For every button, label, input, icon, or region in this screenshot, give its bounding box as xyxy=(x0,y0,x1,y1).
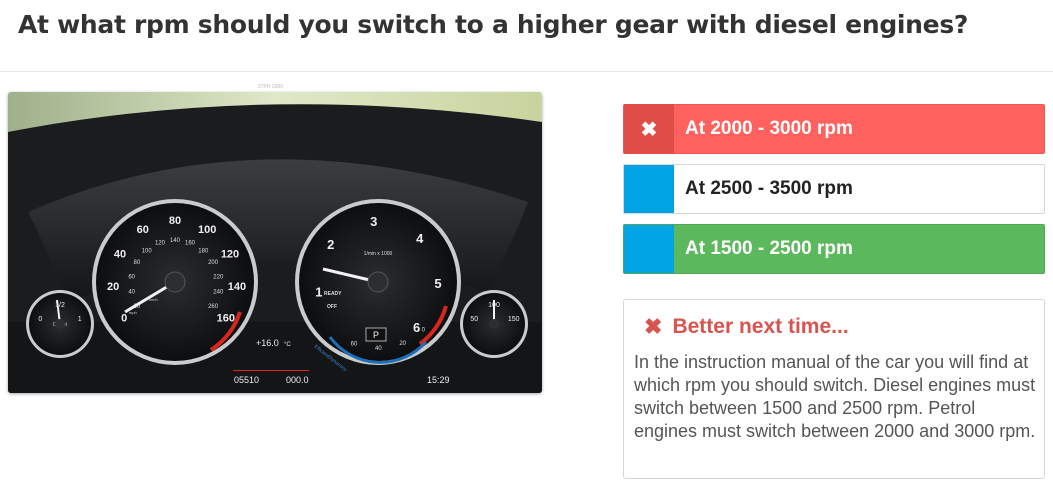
trip-value: 000.0 xyxy=(286,375,309,385)
tach-label: 6 xyxy=(413,320,420,335)
speed-outer-label: 140 xyxy=(228,281,246,293)
question-title: At what rpm should you switch to a highe… xyxy=(18,10,969,39)
eco-label-value: 20 xyxy=(399,341,406,347)
oil-scale-label: 150 xyxy=(508,316,520,323)
speed-inner-label: 80 xyxy=(134,260,141,266)
fuel-scale-label: 0 xyxy=(38,316,42,323)
speed-inner-label: 40 xyxy=(128,290,135,296)
gear-indicator: P xyxy=(373,330,379,340)
fuel-gauge: 01/21 Diesel xyxy=(26,290,94,358)
tach-label: 4 xyxy=(416,231,424,246)
answer-marker xyxy=(624,165,674,213)
ready-indicator: READY xyxy=(324,291,342,297)
oil-scale-label: 50 xyxy=(470,316,478,323)
tach-label: 5 xyxy=(434,276,441,291)
feedback-explanation: In the instruction manual of the car you… xyxy=(634,352,1036,441)
speed-inner-label: 240 xyxy=(213,290,224,296)
answer-option-1-label: At 2000 - 3000 rpm xyxy=(685,118,853,139)
speed-inner-label: 220 xyxy=(213,274,224,280)
answer-option-2-label: At 2500 - 3500 rpm xyxy=(685,178,853,199)
photo-caption: 27PH 2000 xyxy=(258,84,284,90)
answer-option-2[interactable]: At 2500 - 3500 rpm xyxy=(623,164,1045,214)
answer-option-1[interactable]: ✖ At 2000 - 3000 rpm xyxy=(623,104,1045,154)
speed-inner-label: 160 xyxy=(185,241,196,247)
close-icon: ✖ xyxy=(644,314,663,339)
eco-label-value: 60 xyxy=(351,341,358,347)
dashboard-illustration: 020406080100120140160 20406080100120 140 1… xyxy=(8,92,542,393)
speed-outer-label: 40 xyxy=(114,248,126,260)
answer-option-3-label: At 1500 - 2500 rpm xyxy=(685,238,853,259)
odometer-value: 05510 xyxy=(234,375,259,385)
speed-outer-label: 0 xyxy=(121,313,127,325)
speed-inner-label: 180 xyxy=(198,248,209,254)
feedback-title: Better next time... xyxy=(672,315,849,338)
speed-outer-label: 120 xyxy=(221,248,239,260)
eco-label-value: 40 xyxy=(375,346,382,352)
temperature-unit: °C xyxy=(284,342,291,348)
off-indicator: OFF xyxy=(327,304,337,310)
feedback-panel: ✖ Better next time... In the instruction… xyxy=(623,299,1045,479)
speed-outer-label: 160 xyxy=(217,313,235,325)
speed-inner-label: 200 xyxy=(208,260,219,266)
tach-label: 3 xyxy=(370,214,377,229)
speed-outer-label: 20 xyxy=(107,281,119,293)
question-header: At what rpm should you switch to a highe… xyxy=(0,0,1053,72)
speed-inner-label: 260 xyxy=(208,304,219,310)
speed-outer-label: 60 xyxy=(137,224,149,236)
tach-label: 2 xyxy=(327,237,334,252)
speed-outer-label: 100 xyxy=(198,224,216,236)
clock-value: 15:29 xyxy=(427,375,450,385)
speedometer-gauge: 020406080100120140160 20406080100120 140 1… xyxy=(92,199,258,365)
answer-marker xyxy=(624,225,674,273)
tach-label: 1 xyxy=(315,284,322,299)
fuel-scale-label: 1 xyxy=(78,316,82,323)
speed-inner-label: 100 xyxy=(142,248,153,254)
tach-unit: 1/min x 1000 xyxy=(364,251,393,257)
answer-option-3[interactable]: At 1500 - 2500 rpm xyxy=(623,224,1045,274)
speed-inner-label: 140 xyxy=(170,238,181,244)
wrong-answer-icon: ✖ xyxy=(624,104,674,154)
speed-outer-label: 80 xyxy=(169,215,181,227)
dashboard-photo: 0 20 40 60 80 100 120 140 160 20 40 60 80 100 120 140 1… xyxy=(8,92,542,393)
speed-inner-label: 120 xyxy=(155,241,166,247)
speed-inner-label: 60 xyxy=(128,274,135,280)
speed-unit-mph: mph xyxy=(129,310,137,315)
feedback-heading: ✖ Better next time... xyxy=(644,314,849,340)
oil-temp-gauge: 50100150 xyxy=(460,290,528,358)
temperature-value: +16.0 xyxy=(256,338,279,348)
